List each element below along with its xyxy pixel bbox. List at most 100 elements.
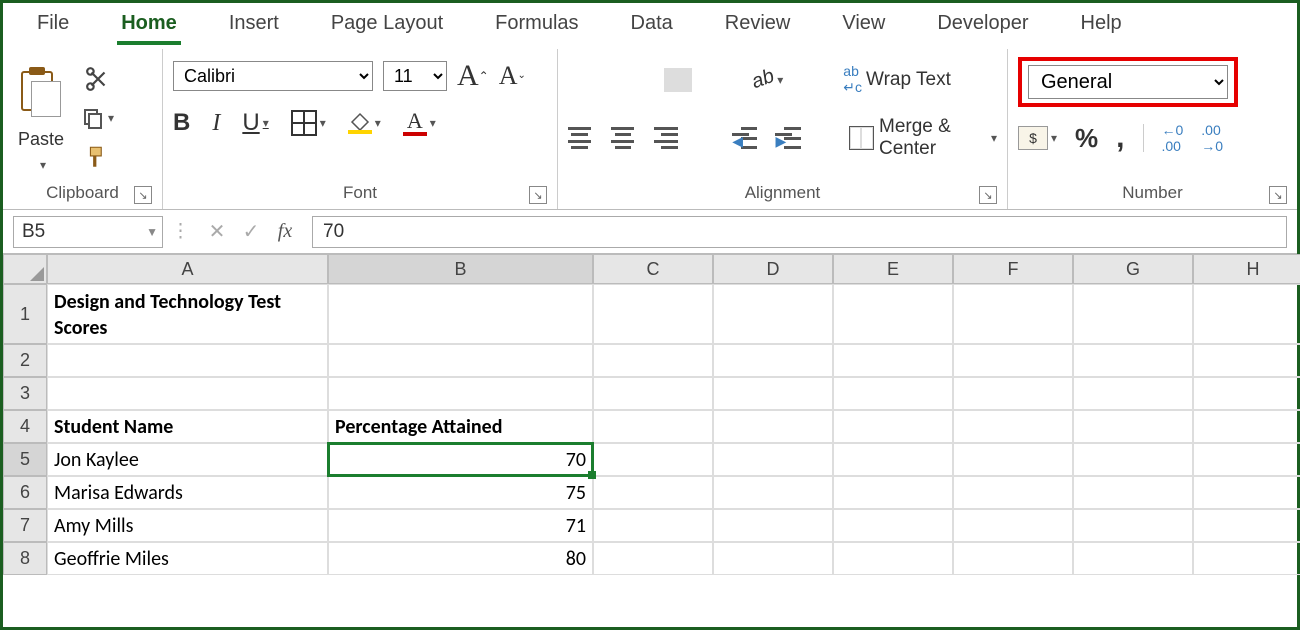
comma-button[interactable]: , <box>1116 121 1124 155</box>
col-header-B[interactable]: B <box>328 254 593 284</box>
dialog-launcher-alignment[interactable]: ↘ <box>979 186 997 204</box>
align-bottom-button[interactable] <box>664 68 692 92</box>
cell-B7[interactable]: 71 <box>328 509 593 542</box>
cell-C3[interactable] <box>593 377 713 410</box>
cell-A4[interactable]: Student Name <box>47 410 328 443</box>
cell-F7[interactable] <box>953 509 1073 542</box>
cell-A1[interactable]: Design and Technology Test Scores <box>47 284 328 344</box>
cell-C8[interactable] <box>593 542 713 575</box>
cell-F2[interactable] <box>953 344 1073 377</box>
decrease-indent-button[interactable]: ◀ <box>734 127 757 149</box>
row-header-5[interactable]: 5 <box>3 443 47 476</box>
accept-formula-button[interactable]: ✓ <box>234 219 268 244</box>
cell-D5[interactable] <box>713 443 833 476</box>
cell-B3[interactable] <box>328 377 593 410</box>
cell-F6[interactable] <box>953 476 1073 509</box>
cell-G2[interactable] <box>1073 344 1193 377</box>
cell-G1[interactable] <box>1073 284 1193 344</box>
cell-B8[interactable]: 80 <box>328 542 593 575</box>
cell-G8[interactable] <box>1073 542 1193 575</box>
decrease-font-button[interactable]: A⌄ <box>499 63 526 89</box>
col-header-C[interactable]: C <box>593 254 713 284</box>
paste-button[interactable]: Paste ▾ <box>13 65 69 172</box>
cell-F4[interactable] <box>953 410 1073 443</box>
name-box-handle[interactable]: ⋮ <box>163 220 200 243</box>
percent-button[interactable]: % <box>1075 123 1098 154</box>
cell-F5[interactable] <box>953 443 1073 476</box>
number-format-select[interactable]: General <box>1028 65 1228 99</box>
name-box[interactable]: B5▼ <box>13 216 163 248</box>
cell-B5[interactable]: 70 <box>328 443 593 476</box>
select-all-corner[interactable] <box>3 254 47 284</box>
cell-A3[interactable] <box>47 377 328 410</box>
decrease-decimal-button[interactable]: .00→0 <box>1201 122 1223 154</box>
cell-B2[interactable] <box>328 344 593 377</box>
cell-F3[interactable] <box>953 377 1073 410</box>
merge-center-button[interactable]: Merge & Center <box>849 116 997 160</box>
cell-C2[interactable] <box>593 344 713 377</box>
cell-B6[interactable]: 75 <box>328 476 593 509</box>
cell-H8[interactable] <box>1193 542 1300 575</box>
tab-review[interactable]: Review <box>721 8 795 45</box>
cell-H6[interactable] <box>1193 476 1300 509</box>
tab-insert[interactable]: Insert <box>225 8 283 45</box>
format-painter-button[interactable] <box>85 144 111 170</box>
cell-A8[interactable]: Geoffrie Miles <box>47 542 328 575</box>
cell-H2[interactable] <box>1193 344 1300 377</box>
col-header-F[interactable]: F <box>953 254 1073 284</box>
col-header-E[interactable]: E <box>833 254 953 284</box>
dialog-launcher-clipboard[interactable]: ↘ <box>134 186 152 204</box>
cell-A2[interactable] <box>47 344 328 377</box>
cut-button[interactable] <box>85 66 111 92</box>
increase-decimal-button[interactable]: ←0.00 <box>1162 122 1184 154</box>
cell-H7[interactable] <box>1193 509 1300 542</box>
cell-G7[interactable] <box>1073 509 1193 542</box>
align-right-button[interactable] <box>654 127 677 149</box>
cell-C4[interactable] <box>593 410 713 443</box>
cell-E1[interactable] <box>833 284 953 344</box>
row-header-1[interactable]: 1 <box>3 284 47 344</box>
tab-help[interactable]: Help <box>1077 8 1126 45</box>
cell-B1[interactable] <box>328 284 593 344</box>
borders-button[interactable] <box>291 110 326 136</box>
cell-D3[interactable] <box>713 377 833 410</box>
col-header-H[interactable]: H <box>1193 254 1300 284</box>
cell-E5[interactable] <box>833 443 953 476</box>
row-header-4[interactable]: 4 <box>3 410 47 443</box>
cell-D2[interactable] <box>713 344 833 377</box>
font-color-button[interactable]: A <box>403 110 436 136</box>
underline-button[interactable]: U <box>242 109 268 137</box>
align-left-button[interactable] <box>568 127 591 149</box>
row-header-2[interactable]: 2 <box>3 344 47 377</box>
cell-D7[interactable] <box>713 509 833 542</box>
cell-H5[interactable] <box>1193 443 1300 476</box>
cell-A5[interactable]: Jon Kaylee <box>47 443 328 476</box>
cell-G5[interactable] <box>1073 443 1193 476</box>
align-center-button[interactable] <box>611 127 634 149</box>
italic-button[interactable]: I <box>212 110 220 137</box>
cell-D4[interactable] <box>713 410 833 443</box>
cell-F8[interactable] <box>953 542 1073 575</box>
accounting-format-button[interactable]: $ <box>1018 126 1057 150</box>
cell-H3[interactable] <box>1193 377 1300 410</box>
orientation-button[interactable]: ab <box>752 68 783 91</box>
cell-C5[interactable] <box>593 443 713 476</box>
tab-view[interactable]: View <box>838 8 889 45</box>
cell-H1[interactable] <box>1193 284 1300 344</box>
align-top-button[interactable] <box>568 68 596 92</box>
cell-B4[interactable]: Percentage Attained <box>328 410 593 443</box>
cell-C6[interactable] <box>593 476 713 509</box>
cell-A6[interactable]: Marisa Edwards <box>47 476 328 509</box>
col-header-D[interactable]: D <box>713 254 833 284</box>
increase-font-button[interactable]: A⌃ <box>457 61 489 91</box>
row-header-8[interactable]: 8 <box>3 542 47 575</box>
bold-button[interactable]: B <box>173 109 190 137</box>
cell-E3[interactable] <box>833 377 953 410</box>
cell-C1[interactable] <box>593 284 713 344</box>
font-size-select[interactable]: 11 <box>383 61 447 91</box>
cell-E7[interactable] <box>833 509 953 542</box>
increase-indent-button[interactable]: ▶ <box>777 127 800 149</box>
cell-D6[interactable] <box>713 476 833 509</box>
row-header-6[interactable]: 6 <box>3 476 47 509</box>
formula-input[interactable]: 70 <box>312 216 1287 248</box>
